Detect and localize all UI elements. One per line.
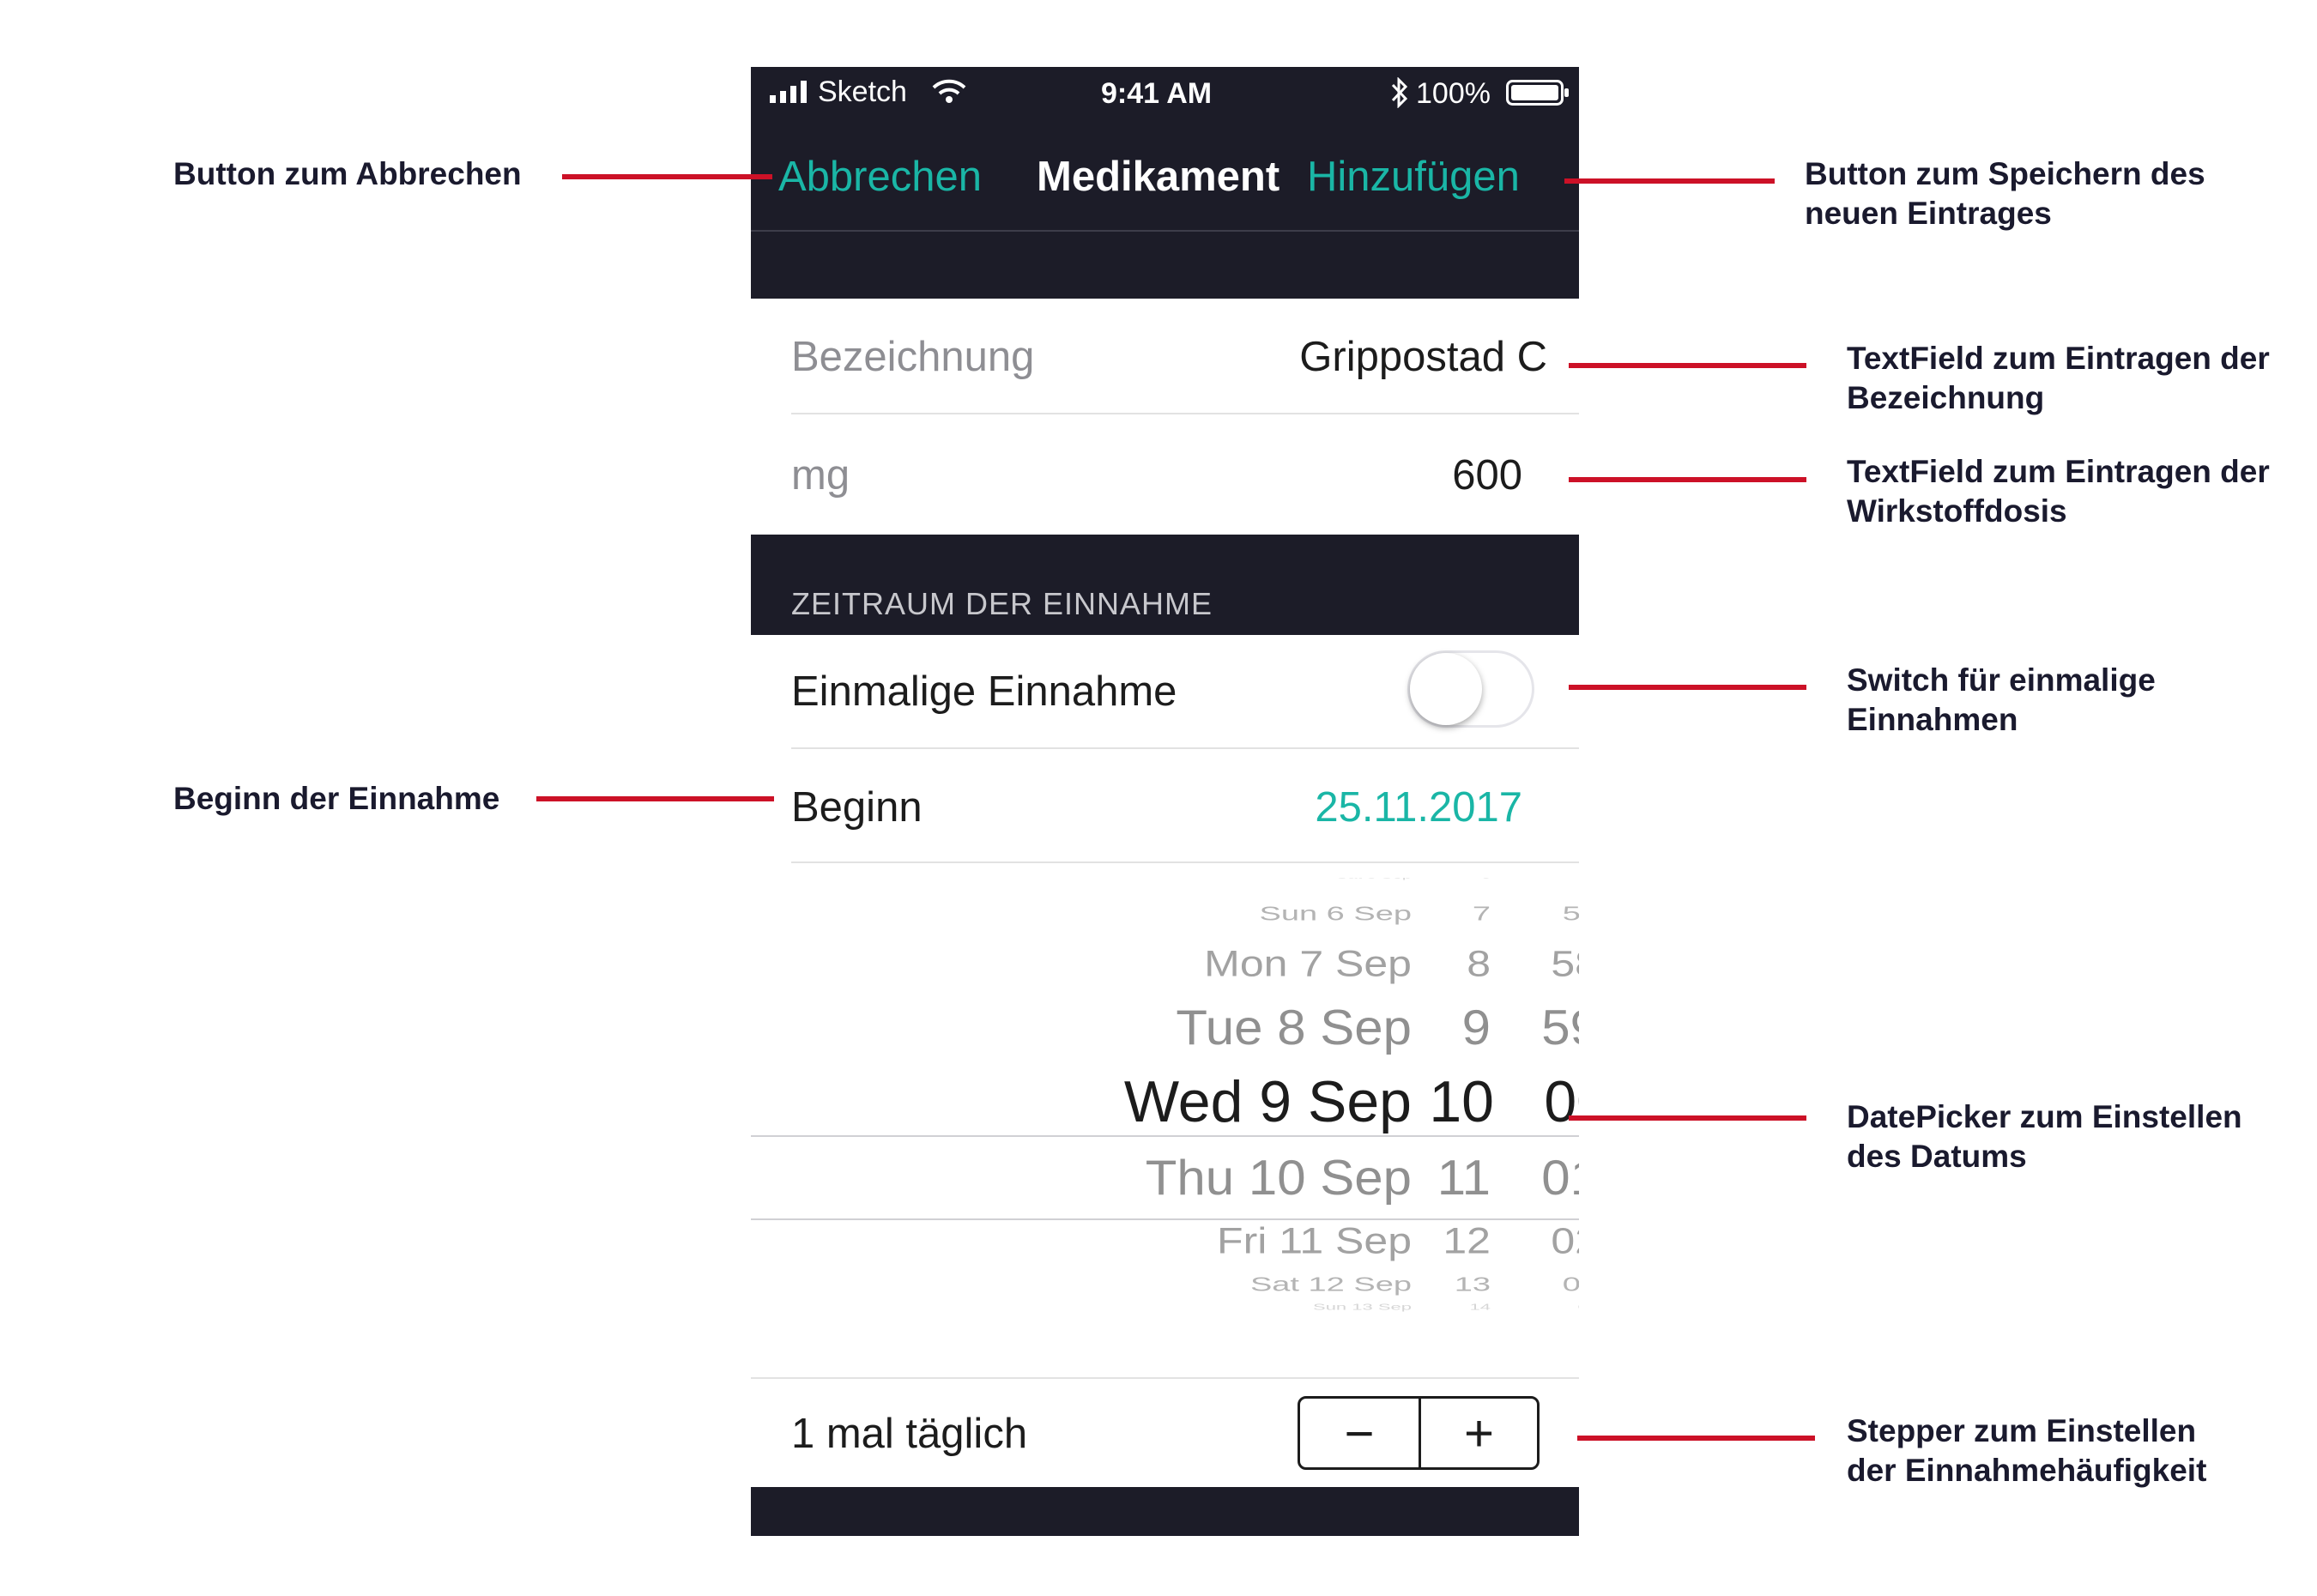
- section-header-label: ZEITRAUM DER EINNAHME: [791, 586, 1213, 621]
- annotation-stepper-line2: der Einnahmehäufigkeit: [1847, 1453, 2207, 1488]
- switch-knob: [1410, 653, 1482, 725]
- dose-field[interactable]: 600: [1452, 451, 1522, 499]
- annotation-picker-line1: DatePicker zum Einstellen: [1847, 1099, 2242, 1134]
- annotation-save-line1: Button zum Speichern des: [1805, 156, 2205, 191]
- nav-divider: [751, 230, 1579, 232]
- frequency-stepper[interactable]: − +: [1298, 1396, 1540, 1470]
- battery-percent: 100%: [1416, 77, 1491, 110]
- start-label: Beginn: [791, 784, 923, 831]
- annotation-switch-line1: Switch für einmalige: [1847, 662, 2156, 698]
- status-bar: Sketch 9:41 AM 100%: [751, 67, 1579, 117]
- annotation-switch-line2: Einnahmen: [1847, 702, 2018, 737]
- annotation-save-line2: neuen Eintrages: [1805, 196, 2052, 231]
- annotation-picker-line2: des Datums: [1847, 1139, 2027, 1174]
- name-field[interactable]: Grippostad C: [1299, 333, 1547, 381]
- annotation-line-name: [1569, 363, 1806, 368]
- annotation-switch: Switch für einmalige Einnahmen: [1847, 661, 2156, 740]
- annotation-stepper: Stepper zum Einstellen der Einnahmehäufi…: [1847, 1412, 2206, 1490]
- increment-button[interactable]: +: [1421, 1399, 1537, 1467]
- battery-icon: [1506, 80, 1569, 106]
- annotation-line-start: [536, 796, 774, 801]
- bluetooth-icon: [1391, 77, 1408, 108]
- start-row[interactable]: Beginn 25.11.2017: [751, 749, 1579, 863]
- picker-minute[interactable]: 02: [751, 1219, 1579, 1263]
- annotation-line-save: [1564, 178, 1775, 184]
- add-button[interactable]: Hinzufügen: [1307, 153, 1520, 201]
- picker-minute[interactable]: 58: [751, 942, 1579, 986]
- frequency-row: 1 mal täglich − +: [751, 1379, 1579, 1487]
- annotation-name: TextField zum Eintragen der Bezeichnung: [1847, 339, 2270, 418]
- annotation-dose-line1: TextField zum Eintragen der: [1847, 454, 2270, 489]
- annotation-picker: DatePicker zum Einstellen des Datums: [1847, 1097, 2242, 1176]
- wifi-icon: [932, 79, 966, 103]
- annotation-line-dose: [1569, 477, 1806, 482]
- annotation-dose-line2: Wirkstoffdosis: [1847, 493, 2067, 529]
- decrement-button[interactable]: −: [1300, 1399, 1419, 1467]
- picker-minute[interactable]: 03: [751, 1273, 1579, 1297]
- nav-title: Medikament: [1037, 154, 1280, 200]
- frequency-label: 1 mal täglich: [791, 1411, 1028, 1457]
- date-picker[interactable]: Sat 5 Sep656Sun 6 Sep757Mon 7 Sep858Tue …: [751, 878, 1579, 1418]
- annotation-stepper-line1: Stepper zum Einstellen: [1847, 1413, 2197, 1448]
- dose-label: mg: [791, 452, 850, 499]
- picker-minute[interactable]: 56: [751, 878, 1579, 880]
- annotation-line-stepper: [1577, 1436, 1815, 1441]
- dose-row: mg 600: [751, 414, 1579, 535]
- annotation-save: Button zum Speichern des neuen Eintrages: [1805, 154, 2205, 233]
- name-label: Bezeichnung: [791, 334, 1035, 380]
- annotation-name-line1: TextField zum Eintragen der: [1847, 341, 2270, 376]
- picker-minute[interactable]: 01: [751, 1148, 1579, 1207]
- carrier-name: Sketch: [818, 76, 907, 108]
- annotation-cancel: Button zum Abbrechen: [173, 156, 522, 191]
- picker-minute[interactable]: 04: [751, 1302, 1579, 1312]
- annotation-line-switch: [1569, 685, 1806, 690]
- row-divider: [791, 861, 1579, 863]
- annotation-dose: TextField zum Eintragen der Wirkstoffdos…: [1847, 452, 2270, 531]
- bottom-bar: [751, 1487, 1579, 1536]
- picker-minute[interactable]: 59: [751, 998, 1579, 1057]
- single-intake-label: Einmalige Einnahme: [791, 668, 1177, 715]
- picker-minute-selected[interactable]: 00: [751, 1067, 1579, 1138]
- cancel-button[interactable]: Abbrechen: [778, 153, 982, 201]
- annotation-line-cancel: [562, 174, 772, 179]
- name-row: Bezeichnung Grippostad C: [751, 299, 1579, 414]
- annotation-line-picker: [1569, 1115, 1806, 1121]
- picker-minute[interactable]: 57: [751, 903, 1579, 927]
- start-date-value[interactable]: 25.11.2017: [1315, 783, 1522, 831]
- single-intake-switch[interactable]: [1407, 650, 1534, 728]
- single-intake-row: Einmalige Einnahme: [751, 635, 1579, 749]
- section-header: ZEITRAUM DER EINNAHME: [751, 535, 1579, 635]
- signal-icon: [770, 81, 807, 103]
- status-time: 9:41 AM: [1101, 77, 1213, 110]
- annotation-name-line2: Bezeichnung: [1847, 380, 2045, 415]
- navigation-bar: Abbrechen Medikament Hinzufügen: [751, 117, 1579, 299]
- phone-screen: Sketch 9:41 AM 100% Abbrechen Medikament…: [751, 67, 1579, 1536]
- annotation-start: Beginn der Einnahme: [173, 781, 500, 816]
